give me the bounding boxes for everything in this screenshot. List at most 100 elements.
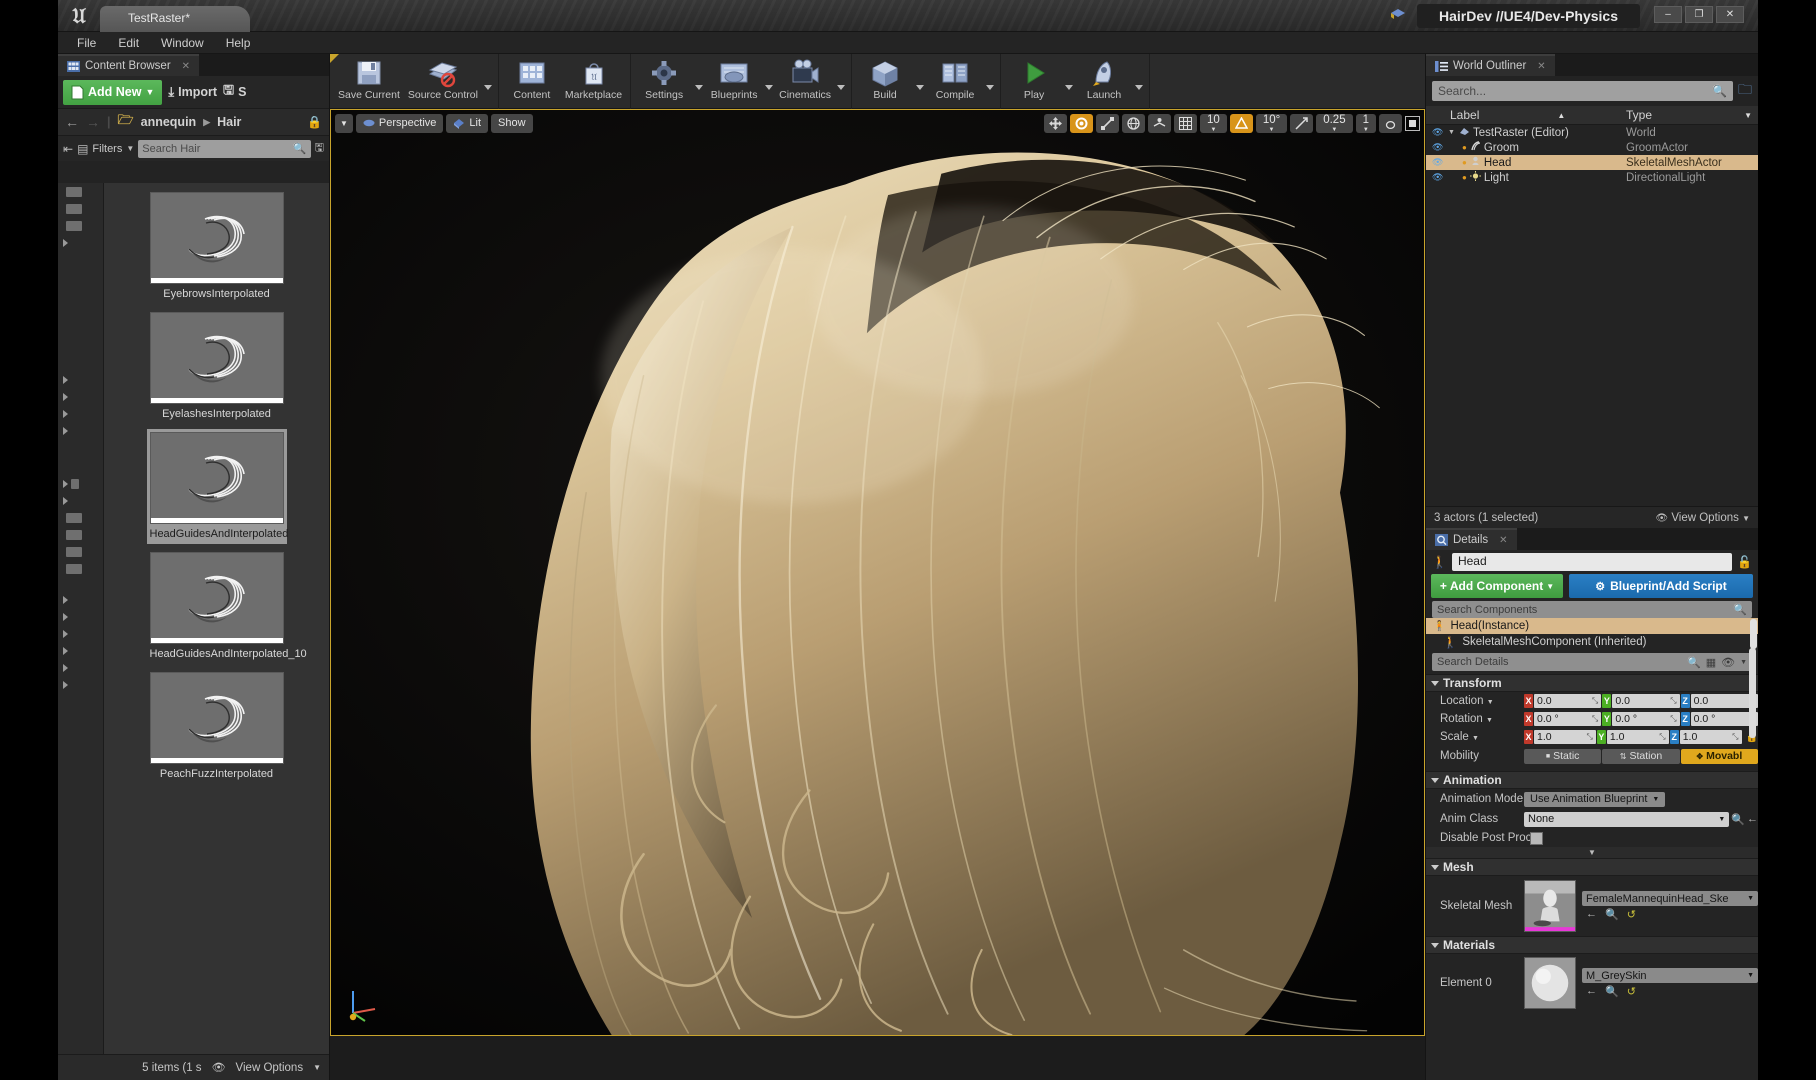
asset-thumbnail[interactable] xyxy=(149,312,284,404)
outliner-row[interactable]: 👁 ▼ TestRaster (Editor) World xyxy=(1426,125,1758,140)
mobility-movable-button[interactable]: ✥ Movabl xyxy=(1680,748,1758,764)
tree-row[interactable] xyxy=(58,234,103,251)
view-mode-button[interactable]: Lit xyxy=(446,113,489,133)
tab-world-outliner[interactable]: World Outliner ✕ xyxy=(1426,54,1555,76)
settings-button[interactable]: Settings xyxy=(635,54,693,101)
marketplace-button[interactable]: 𝔘 Marketplace xyxy=(561,54,626,101)
blueprint-add-script-button[interactable]: ⚙ Blueprint/Add Script xyxy=(1569,574,1753,598)
tree-row[interactable] xyxy=(58,560,103,577)
tree-row[interactable] xyxy=(58,625,103,642)
expand-advanced-button[interactable]: ▼ xyxy=(1426,847,1758,858)
tree-row[interactable] xyxy=(58,591,103,608)
eye-icon[interactable]: 👁 xyxy=(1721,656,1735,669)
chevron-down-icon[interactable]: ▼ xyxy=(1486,717,1493,724)
surface-snap-button[interactable] xyxy=(1148,113,1172,133)
outliner-search-input[interactable]: Search... 🔍 xyxy=(1432,81,1733,101)
use-selected-asset-icon[interactable]: ← xyxy=(1747,813,1758,825)
maximize-button[interactable]: ❐ xyxy=(1685,6,1713,23)
location-y-input[interactable]: 0.0 ⤡ xyxy=(1612,694,1680,708)
rotation-x-input[interactable]: 0.0 ° ⤡ xyxy=(1534,712,1602,726)
rotation-y-input[interactable]: 0.0 ° ⤡ xyxy=(1612,712,1680,726)
visibility-eye-icon[interactable]: 👁 xyxy=(1432,157,1444,168)
browse-asset-icon[interactable]: 🔍 xyxy=(1605,908,1619,921)
search-details-input[interactable]: Search Details xyxy=(1437,656,1509,668)
close-icon[interactable]: ✕ xyxy=(1537,61,1545,72)
drag-handle-icon[interactable]: ⤡ xyxy=(1732,732,1738,742)
rotation-vector[interactable]: X 0.0 °⤡ Y 0.0 °⤡ Z 0.0 °⤡ xyxy=(1524,712,1758,726)
add-new-button[interactable]: Add New ▼ xyxy=(63,79,163,105)
skeletal-mesh-dropdown[interactable]: FemaleMannequinHead_Ske ▼ xyxy=(1582,891,1758,906)
grid-snap-toggle[interactable] xyxy=(1174,113,1198,133)
project-tab[interactable]: TestRaster* xyxy=(100,6,250,32)
menu-window[interactable]: Window xyxy=(150,34,215,52)
tab-content-browser[interactable]: Content Browser ✕ xyxy=(58,54,200,76)
filters-caret-icon[interactable]: ▼ xyxy=(126,144,134,153)
asset-thumbnail[interactable] xyxy=(149,672,284,764)
grid-view-icon[interactable]: ▦ xyxy=(1706,656,1716,669)
angle-snap-value[interactable]: 10° ▼ xyxy=(1255,113,1288,133)
breadcrumb-item-0[interactable]: annequin xyxy=(141,115,197,129)
details-scrollbar[interactable] xyxy=(1749,648,1756,738)
outliner-row[interactable]: 👁 ● Groom GroomActor xyxy=(1426,140,1758,155)
visibility-eye-icon[interactable]: 👁 xyxy=(1432,172,1444,183)
tree-row[interactable] xyxy=(58,526,103,543)
breadcrumb-item-1[interactable]: Hair xyxy=(217,115,241,129)
outliner-rows[interactable]: 👁 ▼ TestRaster (Editor) World 👁 ● Groom GroomAc… xyxy=(1426,125,1758,185)
drag-handle-icon[interactable]: ⤡ xyxy=(1592,714,1598,724)
tree-row[interactable] xyxy=(58,659,103,676)
cinematics-caret-icon[interactable] xyxy=(837,85,846,90)
select-mode-button[interactable] xyxy=(1044,113,1068,133)
show-menu-button[interactable]: Show xyxy=(491,113,533,133)
filters-icon[interactable]: ▤ xyxy=(77,142,88,156)
search-components-input[interactable]: Search Components 🔍 xyxy=(1432,601,1752,618)
section-mesh-header[interactable]: Mesh xyxy=(1426,858,1758,876)
filters-label[interactable]: Filters xyxy=(92,143,122,155)
tree-row[interactable] xyxy=(58,509,103,526)
expander-icon[interactable]: ▼ xyxy=(1448,129,1455,136)
compile-caret-icon[interactable] xyxy=(986,85,995,90)
angle-snap-toggle[interactable] xyxy=(1229,113,1253,133)
components-list[interactable]: 🧍 Head(Instance) 🚶 SkeletalMeshComponent… xyxy=(1426,618,1758,650)
tree-row[interactable] xyxy=(58,642,103,659)
grid-snap-value[interactable]: 10 ▼ xyxy=(1200,113,1227,133)
view-options-caret-icon[interactable]: ▼ xyxy=(313,1063,321,1072)
create-folder-icon[interactable]: 🗀 xyxy=(1738,79,1752,103)
visibility-eye-icon[interactable]: 👁 xyxy=(1432,127,1444,138)
settings-caret-icon[interactable] xyxy=(695,85,704,90)
build-caret-icon[interactable] xyxy=(916,85,925,90)
camera-speed-button[interactable]: 1 ▼ xyxy=(1355,113,1376,133)
view-options-button[interactable]: View Options xyxy=(236,1062,304,1074)
outliner-row[interactable]: 👁 ● Light DirectionalLight xyxy=(1426,170,1758,185)
drag-handle-icon[interactable]: ⤡ xyxy=(1659,732,1665,742)
section-animation-header[interactable]: Animation xyxy=(1426,771,1758,789)
asset-thumbnail[interactable] xyxy=(149,192,284,284)
components-scrollbar[interactable] xyxy=(1750,619,1757,649)
browse-asset-icon[interactable]: 🔍 xyxy=(1605,985,1619,998)
asset-tile[interactable]: EyebrowsInterpolated xyxy=(147,189,287,304)
scale-snap-toggle[interactable] xyxy=(1290,113,1314,133)
launch-caret-icon[interactable] xyxy=(1135,85,1144,90)
reset-to-default-icon[interactable]: ↺ xyxy=(1627,908,1636,921)
tree-row[interactable] xyxy=(58,543,103,560)
outliner-row[interactable]: 👁 ● Head SkeletalMeshActor xyxy=(1426,155,1758,170)
scale-snap-value[interactable]: 0.25 ▼ xyxy=(1316,113,1353,133)
drag-handle-icon[interactable]: ⤡ xyxy=(1586,732,1592,742)
close-icon[interactable]: ✕ xyxy=(182,61,190,72)
asset-tile[interactable]: HeadGuidesAndInterpolated_10 xyxy=(147,549,307,664)
build-button[interactable]: Build xyxy=(856,54,914,101)
skeletal-mesh-thumbnail[interactable] xyxy=(1524,880,1576,932)
component-row-skeletalmeshcomponent[interactable]: 🚶 SkeletalMeshComponent (Inherited) xyxy=(1426,634,1758,650)
chevron-down-icon[interactable]: ▼ xyxy=(1472,735,1479,742)
play-button[interactable]: Play xyxy=(1005,54,1063,101)
location-x-input[interactable]: 0.0 ⤡ xyxy=(1534,694,1602,708)
section-materials-header[interactable]: Materials xyxy=(1426,936,1758,954)
drag-handle-icon[interactable]: ⤡ xyxy=(1670,714,1676,724)
actor-name-input[interactable]: Head xyxy=(1451,553,1733,571)
save-search-icon[interactable]: 🖫 xyxy=(315,139,324,158)
lock-icon[interactable]: 🔒 xyxy=(307,115,322,129)
cinematics-button[interactable]: Cinematics xyxy=(775,54,835,101)
mobility-group[interactable]: ■ Static ⇅ Station ✥ Movabl xyxy=(1524,748,1758,764)
disable-post-process-checkbox[interactable] xyxy=(1530,831,1543,845)
location-z-input[interactable]: 0.0⤡ xyxy=(1690,694,1758,708)
asset-grid[interactable]: EyebrowsInterpolated EyelashesInterpolat… xyxy=(104,183,329,1054)
